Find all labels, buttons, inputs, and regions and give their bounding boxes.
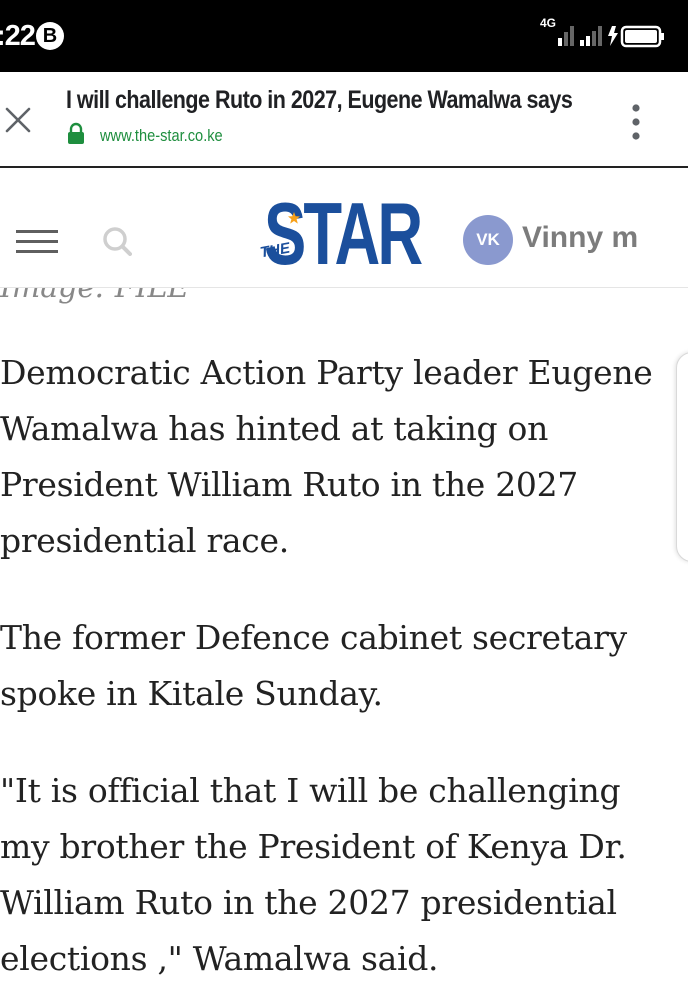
page-title: I will challenge Ruto in 2027, Eugene Wa… — [66, 86, 573, 114]
browser-tab-bar: I will challenge Ruto in 2027, Eugene Wa… — [0, 72, 688, 168]
article-body: Image: FILE Democratic Action Party lead… — [0, 288, 688, 992]
user-name[interactable]: Vinny m — [522, 221, 638, 255]
status-time: :22 — [0, 20, 36, 52]
close-icon[interactable] — [2, 104, 34, 136]
lock-icon — [68, 122, 84, 144]
article-paragraph: "It is official that I will be challengi… — [0, 771, 627, 978]
battery-charging-icon — [608, 25, 664, 48]
search-icon[interactable] — [102, 226, 132, 256]
star-icon — [288, 212, 300, 224]
more-vert-icon[interactable] — [626, 102, 646, 142]
network-type-icon: 4G — [540, 16, 557, 30]
site-header: STAR THE VK Vinny m — [0, 168, 688, 288]
signal-icon — [558, 26, 574, 46]
side-panel-handle[interactable] — [676, 352, 688, 562]
logo-star-text: STAR — [264, 184, 423, 283]
image-caption: Image: FILE — [0, 288, 189, 305]
site-logo[interactable]: STAR THE — [258, 190, 423, 282]
signal-icon — [580, 26, 602, 46]
menu-icon[interactable] — [16, 228, 58, 256]
article-paragraph: The former Defence cabinet secretary spo… — [0, 618, 627, 713]
status-icons — [558, 25, 664, 48]
status-bar: :22 B 4G — [0, 0, 688, 72]
article-paragraph: Democratic Action Party leader Eugene Wa… — [0, 353, 653, 560]
notification-badge: B — [36, 22, 64, 50]
page-url[interactable]: www.the-star.co.ke — [100, 126, 223, 146]
avatar[interactable]: VK — [463, 215, 513, 265]
